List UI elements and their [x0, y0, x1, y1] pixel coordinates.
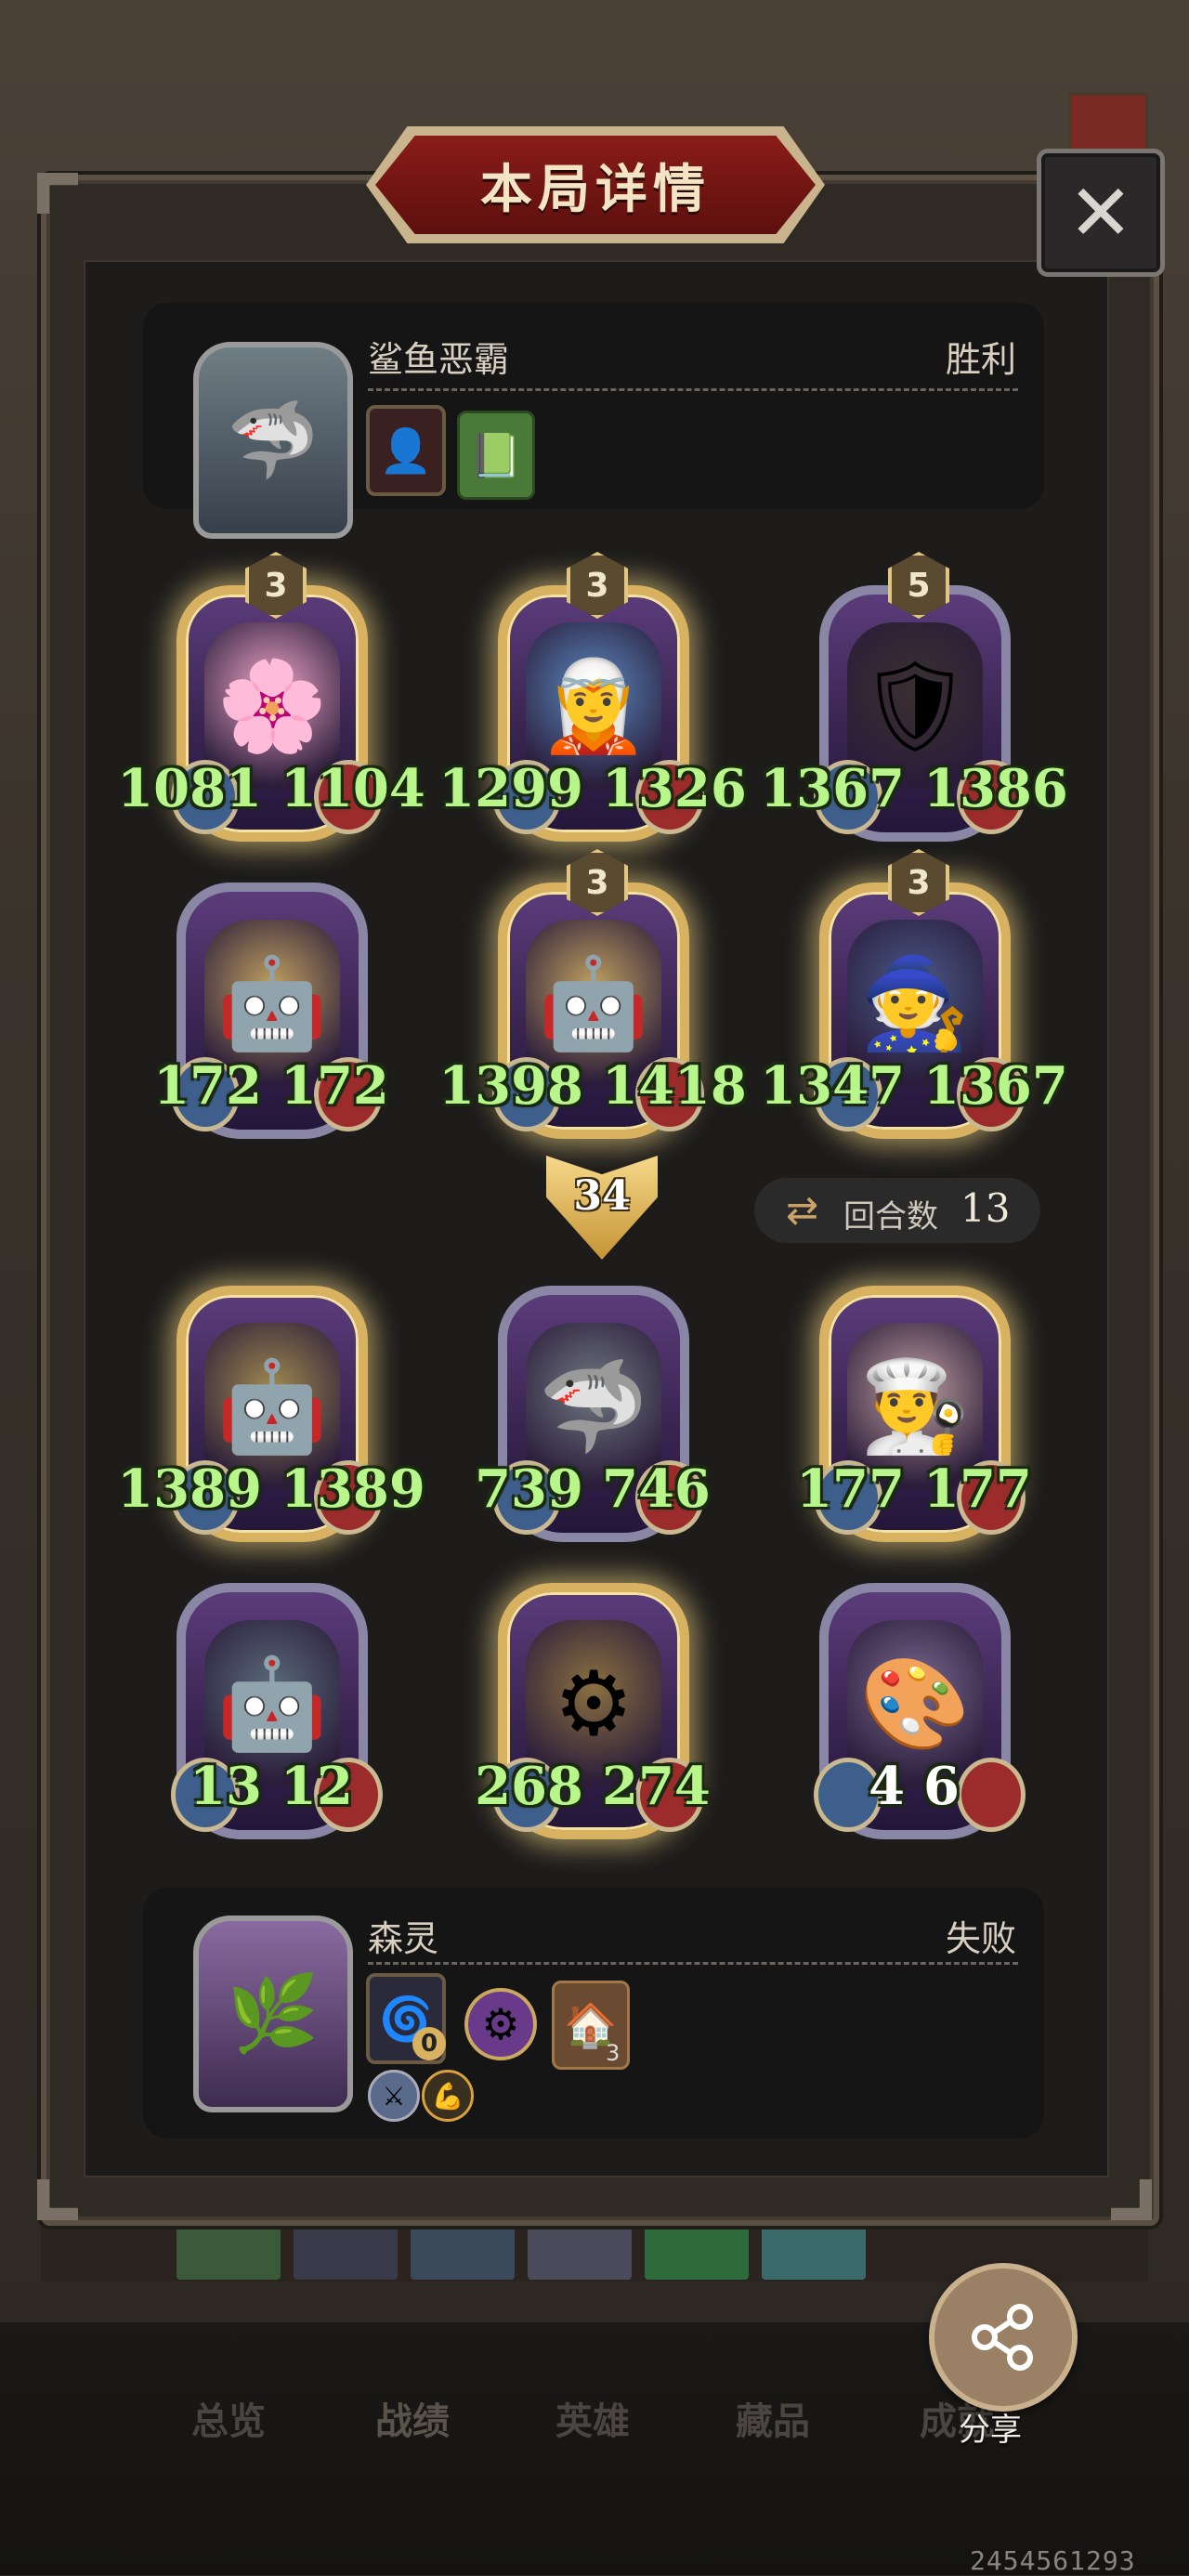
history-tile[interactable] — [645, 2226, 749, 2280]
health-value: 1367 — [923, 1055, 1068, 1117]
health-value: 1104 — [281, 758, 425, 819]
history-tile[interactable] — [528, 2226, 632, 2280]
title-banner: 本局详情 — [375, 136, 816, 234]
round-counter: ⇄ 回合数 13 — [754, 1178, 1040, 1243]
attack-value: 1081 — [117, 758, 262, 819]
page-title: 本局详情 — [480, 159, 711, 220]
history-tile[interactable] — [294, 2226, 398, 2280]
history-tile[interactable] — [411, 2226, 515, 2280]
round-value: 13 — [960, 1185, 1011, 1231]
attack-value: 268 — [475, 1756, 583, 1817]
purple-coin-icon[interactable]: ⚙ — [464, 1988, 537, 2060]
shark-hero-portrait-icon[interactable]: 🦈 — [193, 342, 353, 539]
nav-heroes[interactable]: 英雄 — [555, 2391, 630, 2445]
item-badge: 3 — [606, 2040, 621, 2066]
share-button[interactable] — [929, 2263, 1078, 2412]
attack-value: 177 — [796, 1458, 905, 1520]
share-icon — [972, 2304, 1033, 2371]
attack-value: 13 — [189, 1756, 262, 1817]
health-value: 746 — [602, 1458, 711, 1520]
history-tile[interactable] — [762, 2226, 866, 2280]
health-value: 1389 — [281, 1458, 425, 1520]
gold-skill-icon[interactable]: 💪 — [422, 2070, 474, 2122]
health-value: 1418 — [602, 1055, 747, 1117]
attack-value: 4 — [869, 1756, 905, 1817]
health-value: 172 — [281, 1055, 389, 1117]
opponent-result: 胜利 — [945, 339, 1016, 380]
user-id: 2454561293 — [970, 2545, 1136, 2576]
close-icon: ✕ — [1067, 167, 1134, 258]
divider — [368, 1962, 1018, 1965]
banner-flag — [1068, 93, 1148, 154]
opponent-info: 🦈 鲨鱼恶霸 胜利 👤 📗 — [143, 303, 1044, 539]
health-bubble — [957, 1758, 1026, 1832]
shadow-card-icon[interactable]: 👤 — [366, 405, 446, 496]
damage-value: 34 — [573, 1172, 631, 1220]
attack-value: 739 — [475, 1458, 583, 1520]
health-value: 1386 — [923, 758, 1068, 819]
divider — [368, 388, 1018, 391]
sword-skill-icon[interactable]: ⚔ — [368, 2070, 420, 2122]
player-info: 🌿 森灵 失败 🌀 0 ⚙ 🏠 3 ⚔ 💪 — [143, 1888, 1044, 2138]
attack-value: 1398 — [438, 1055, 583, 1117]
nav-overview[interactable]: 总览 — [191, 2391, 266, 2445]
player-name: 森灵 — [368, 1918, 439, 1959]
attack-value: 172 — [153, 1055, 262, 1117]
nav-collection[interactable]: 藏品 — [736, 2391, 810, 2445]
health-value: 177 — [923, 1458, 1032, 1520]
opponent-name: 鲨鱼恶霸 — [368, 339, 510, 380]
nav-records[interactable]: 战绩 — [375, 2391, 450, 2445]
close-button[interactable]: ✕ — [1037, 149, 1165, 277]
attack-value: 1367 — [760, 758, 905, 819]
attack-value: 1299 — [438, 758, 583, 819]
health-value: 274 — [602, 1756, 711, 1817]
attack-value: 1347 — [760, 1055, 905, 1117]
spellbook-icon[interactable]: 📗 — [457, 411, 535, 500]
round-label: 回合数 — [843, 1198, 938, 1236]
item-badge: 0 — [412, 2027, 446, 2060]
history-tile[interactable] — [176, 2226, 281, 2280]
health-value: 6 — [923, 1756, 960, 1817]
health-value: 1326 — [602, 758, 747, 819]
attack-value: 1389 — [117, 1458, 262, 1520]
forest-spirit-portrait-icon[interactable]: 🌿 — [193, 1916, 353, 2112]
wind-up-painter-icon: 🎨 — [847, 1620, 983, 1787]
player-result: 失败 — [945, 1918, 1016, 1959]
share-label: 分享 — [959, 2412, 1022, 2449]
repeat-icon: ⇄ — [786, 1187, 819, 1233]
health-value: 12 — [281, 1756, 353, 1817]
